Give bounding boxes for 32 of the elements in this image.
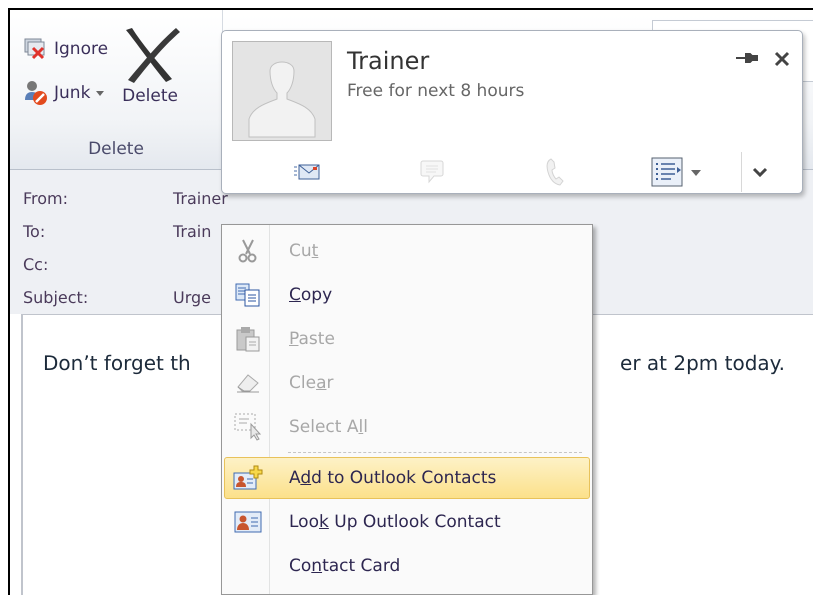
contact-name: Trainer [347, 47, 430, 75]
details-button[interactable] [651, 157, 701, 187]
field-label: Subject: [23, 288, 88, 307]
junk-button[interactable]: Junk [22, 78, 110, 108]
message-text: er at 2pm today. [620, 350, 785, 375]
add-contact-icon [233, 465, 263, 491]
menu-item[interactable]: Copy [224, 274, 590, 316]
field-value: Trainer [173, 188, 228, 208]
paste-icon [235, 326, 261, 352]
field-label: To: [23, 222, 46, 241]
field-label: From: [23, 188, 68, 208]
lookup-contact-icon [234, 511, 262, 533]
ignore-button[interactable]: Ignore [22, 36, 110, 62]
group-label: Delete [87, 138, 145, 161]
menu-item[interactable]: Contact Card [224, 545, 590, 587]
menu-item[interactable]: Add to Outlook Contacts [224, 457, 590, 499]
message-text: Don’t forget th [43, 350, 191, 375]
expand-button[interactable] [752, 167, 768, 177]
field-label: Cc: [23, 254, 48, 274]
email-button[interactable] [294, 164, 320, 180]
clear-icon [235, 373, 261, 393]
close-button[interactable] [774, 51, 790, 67]
select-all-icon [234, 413, 262, 441]
menu-item[interactable]: Look Up Outlook Contact [224, 501, 590, 543]
junk-icon [24, 80, 48, 106]
presence-status: Free for next 8 hours [347, 81, 526, 101]
field-value: Urge [173, 288, 212, 307]
cut-icon [237, 239, 259, 263]
copy-icon [235, 283, 261, 307]
delete-button[interactable]: Delete [114, 26, 186, 139]
field-value: Train [173, 222, 212, 241]
pin-button[interactable] [736, 51, 758, 65]
